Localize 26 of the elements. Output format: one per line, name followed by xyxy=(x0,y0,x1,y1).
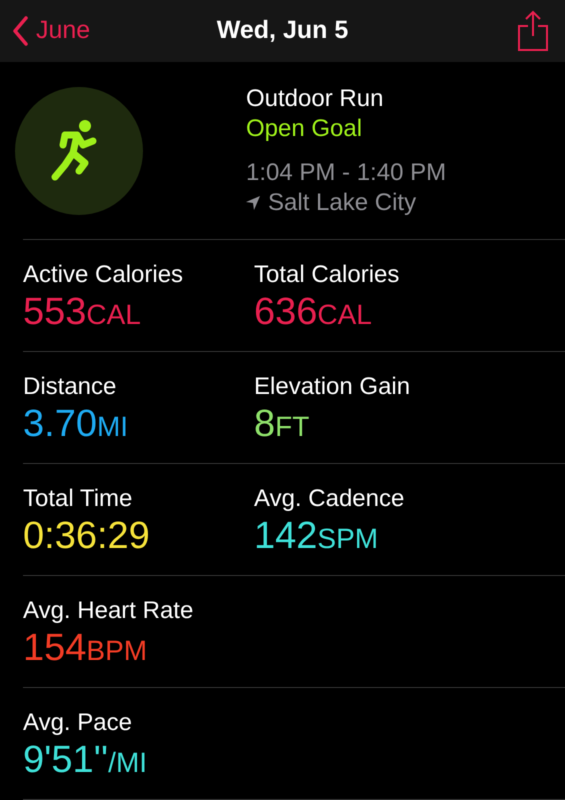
metric-label: Active Calories xyxy=(23,260,184,290)
metric-label: Elevation Gain xyxy=(254,372,412,402)
metric-label: Total Time xyxy=(23,484,134,514)
metric-label: Avg. Heart Rate xyxy=(23,596,194,626)
metric-value: 0:36:29 xyxy=(23,514,151,559)
metric-label: Distance xyxy=(23,372,118,402)
location-text: Salt Lake City xyxy=(268,188,416,218)
back-button[interactable]: June xyxy=(12,12,90,50)
metric-value: 9'51''/MI xyxy=(23,738,148,783)
share-icon xyxy=(517,10,549,52)
metric-value: 154BPM xyxy=(23,626,148,671)
location-arrow-icon xyxy=(246,196,260,210)
metric-label: Avg. Pace xyxy=(23,708,133,738)
page-title: Wed, Jun 5 xyxy=(216,15,348,46)
metric-value: 8FT xyxy=(254,402,310,447)
time-range: 1:04 PM - 1:40 PM xyxy=(246,158,446,188)
metric-label: Avg. Cadence xyxy=(254,484,406,514)
chevron-left-icon xyxy=(12,16,28,46)
workout-goal: Open Goal xyxy=(246,114,364,144)
workout-name: Outdoor Run xyxy=(246,84,384,114)
metric-value: 142SPM xyxy=(254,514,380,559)
metric-value: 3.70MI xyxy=(23,402,130,447)
metric-value: 636CAL xyxy=(254,290,373,335)
metric-value: 553CAL xyxy=(23,290,142,335)
metric-label: Total Calories xyxy=(254,260,400,290)
share-button[interactable] xyxy=(517,10,549,52)
